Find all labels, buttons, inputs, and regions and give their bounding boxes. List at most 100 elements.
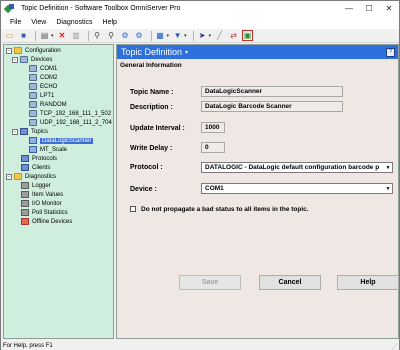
tree-node-diagnostics[interactable]: − Diagnostics [6, 172, 56, 181]
device-select[interactable]: COM1 ▼ [201, 183, 393, 194]
protocols-icon [21, 155, 29, 162]
delete-icon[interactable]: ✕ [57, 30, 68, 41]
tree-item-tcp[interactable]: TCP_192_168_111_1_502 [29, 109, 111, 118]
save-button[interactable]: Save [179, 275, 241, 290]
title-bar[interactable]: Topic Definition - Software Toolbox Omni… [1, 1, 399, 16]
chevron-down-icon[interactable]: ▼ [384, 163, 392, 172]
description-field[interactable]: DataLogic Barcode Scanner [201, 101, 343, 112]
topic-definition-panel: Topic Definition ▾ ? General Information… [116, 44, 399, 339]
topics-icon [20, 128, 28, 135]
tool-c-icon[interactable]: ⚙ [120, 30, 131, 41]
tree-item-poll-statistics[interactable]: Poll Statistics [21, 208, 68, 217]
update-interval-field[interactable]: 1000 [201, 122, 225, 133]
panel-header: Topic Definition ▾ ? [117, 45, 398, 59]
collapse-toggle[interactable]: − [12, 128, 18, 135]
folder-icon [14, 47, 22, 54]
protocol-value: DATALOGIC - DataLogic default configurat… [205, 164, 380, 171]
item-values-icon [21, 191, 29, 198]
device-icon [29, 92, 37, 99]
tree-item-com2[interactable]: COM2 [29, 73, 57, 82]
cancel-button[interactable]: Cancel [259, 275, 321, 290]
app-window: Topic Definition - Software Toolbox Omni… [0, 0, 400, 350]
topic-icon [29, 146, 37, 153]
section-title: General Information [120, 62, 182, 69]
device-icon [29, 119, 37, 126]
logger-icon [21, 182, 29, 189]
filter-icon[interactable]: ▼ [172, 30, 183, 41]
tree-item-mt-scale[interactable]: MT_Scale [29, 145, 67, 154]
tree-item-random[interactable]: RANDOM [29, 100, 67, 109]
tree-item-lpt1[interactable]: LPT1 [29, 91, 54, 100]
tree-node-protocols[interactable]: Protocols [21, 154, 57, 163]
menu-help[interactable]: Help [98, 19, 122, 26]
tree-item-offline-devices[interactable]: Offline Devices [21, 217, 72, 226]
update-interval-label: Update Interval : [130, 125, 185, 132]
menu-file[interactable]: File [5, 19, 26, 26]
tree-item-item-values[interactable]: Item Values [21, 190, 63, 199]
monitor-icon[interactable]: ▣ [242, 30, 254, 41]
line-icon[interactable]: ╱ [214, 30, 225, 41]
device-icon [29, 101, 37, 108]
swap-icon[interactable]: ⇄ [228, 30, 239, 41]
tree-item-udp[interactable]: UDP_192_168_111_2_704 [29, 118, 112, 127]
chevron-down-icon[interactable]: ▾ [185, 49, 188, 56]
poll-statistics-icon [21, 209, 29, 216]
help-button[interactable]: Help [337, 275, 399, 290]
tree-node-topics[interactable]: − Topics [12, 127, 48, 136]
clients-icon [21, 164, 29, 171]
tree-item-echo[interactable]: ECHO [29, 82, 57, 91]
description-label: Description : [130, 104, 173, 111]
tool-a-icon[interactable]: ⚲ [92, 30, 103, 41]
protocol-label: Protocol : [130, 164, 163, 171]
close-button[interactable]: ✕ [379, 1, 399, 16]
new-icon[interactable]: ▤ [39, 30, 50, 41]
app-logo-icon [3, 3, 15, 14]
device-icon [29, 110, 37, 117]
device-icon [29, 65, 37, 72]
device-label: Device : [130, 186, 157, 193]
properties-icon[interactable]: ▥ [71, 30, 82, 41]
no-propagate-label: Do not propagate a bad status to all ite… [141, 206, 309, 213]
save-icon[interactable]: ■ [18, 30, 29, 41]
collapse-toggle[interactable]: − [12, 56, 18, 63]
minimize-button[interactable]: — [339, 1, 359, 16]
tree-item-datalogicscanner[interactable]: DataLogicScanner [29, 136, 94, 145]
help-pane-icon[interactable]: ? [386, 47, 395, 57]
open-icon[interactable]: ▭ [4, 30, 15, 41]
topic-name-field[interactable]: DataLogicScanner [201, 86, 343, 97]
pointer-icon[interactable]: ➤ [197, 30, 208, 41]
chevron-down-icon[interactable]: ▼ [384, 184, 392, 193]
tree-node-configuration[interactable]: − Configuration [6, 46, 61, 55]
window-title: Topic Definition - Software Toolbox Omni… [21, 5, 181, 12]
collapse-toggle[interactable]: − [6, 173, 12, 180]
tree-node-clients[interactable]: Clients [21, 163, 50, 172]
tool-b-icon[interactable]: ⚲ [106, 30, 117, 41]
tree-item-logger[interactable]: Logger [21, 181, 51, 190]
status-text: For Help, press F1 [3, 342, 53, 349]
menu-bar: File View Diagnostics Help [1, 16, 399, 29]
navigation-tree: − Configuration − Devices COM1 COM2 ECHO… [3, 44, 114, 339]
protocol-select[interactable]: DATALOGIC - DataLogic default configurat… [201, 162, 393, 173]
folder-icon [14, 173, 22, 180]
toolbar: ▭ ■ ▤ ▾ ✕ ▥ ⚲ ⚲ ⚙ ⚙ ▦ ▾ ▼ ▾ ➤ ▾ ╱ ⇄ ▣ [1, 29, 399, 43]
status-bar: For Help, press F1 ⋰ [1, 341, 399, 350]
write-delay-field[interactable]: 0 [201, 142, 225, 153]
tool-d-icon[interactable]: ⚙ [134, 30, 145, 41]
resize-grip-icon[interactable]: ⋰ [392, 343, 398, 350]
maximize-button[interactable]: ☐ [359, 1, 379, 16]
devices-icon [20, 56, 28, 63]
tree-node-devices[interactable]: − Devices [12, 55, 52, 64]
panel-title: Topic Definition [121, 47, 183, 57]
menu-view[interactable]: View [26, 19, 51, 26]
write-delay-label: Write Delay : [130, 145, 173, 152]
tree-item-io-monitor[interactable]: I/O Monitor [21, 199, 62, 208]
tree-item-com1[interactable]: COM1 [29, 64, 57, 73]
grid-view-icon[interactable]: ▦ [155, 30, 166, 41]
collapse-toggle[interactable]: − [6, 47, 12, 54]
device-value: COM1 [205, 185, 224, 192]
device-icon [29, 74, 37, 81]
topic-name-label: Topic Name : [130, 89, 174, 96]
io-monitor-icon [21, 200, 29, 207]
menu-diagnostics[interactable]: Diagnostics [51, 19, 97, 26]
no-propagate-checkbox[interactable] [130, 206, 136, 212]
